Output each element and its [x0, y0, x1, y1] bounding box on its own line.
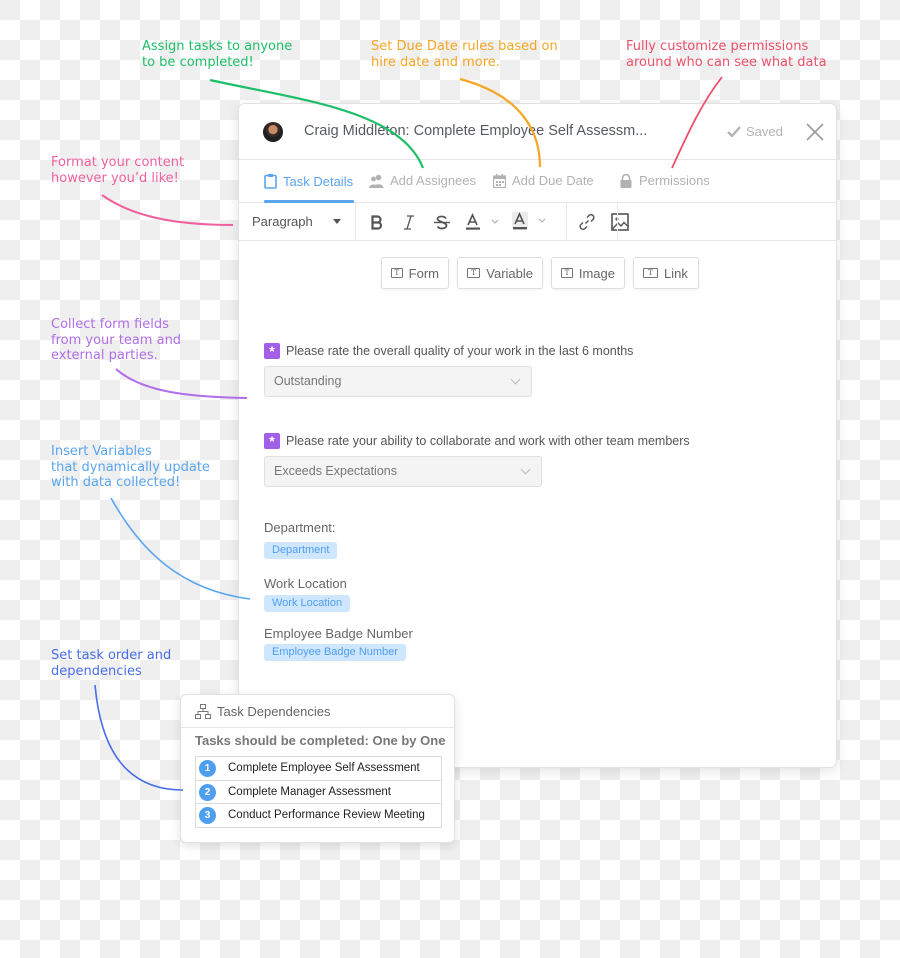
button-label: Image: [578, 265, 615, 281]
link-icon: [579, 213, 595, 231]
image-icon: [611, 213, 629, 231]
callout-assign: Assign tasks to anyone to be completed!: [142, 39, 293, 70]
tab-add-due-date[interactable]: Add Due Date: [493, 173, 594, 188]
insert-image-block-button[interactable]: T Image: [551, 257, 625, 289]
bold-button[interactable]: [367, 211, 387, 233]
tab-label: Add Assignees: [390, 173, 477, 188]
chevron-down-icon: [510, 374, 521, 385]
dependency-label: Complete Manager Assessment: [228, 785, 391, 798]
caret-down-icon[interactable]: [333, 219, 341, 224]
insert-variable-button[interactable]: T Variable: [457, 257, 543, 289]
tab-task-details[interactable]: Task Details: [264, 173, 353, 189]
required-icon: *: [264, 433, 280, 449]
saved-status: Saved: [727, 124, 783, 139]
close-button[interactable]: [804, 121, 826, 143]
close-icon: [806, 123, 824, 141]
variable-chip-department[interactable]: Department: [264, 542, 338, 559]
tab-bar: Task Details Add Assignees Add Due Date …: [239, 160, 836, 203]
strikethrough-button[interactable]: [431, 211, 453, 233]
tab-permissions[interactable]: Permissions: [619, 173, 710, 188]
rating-select-quality[interactable]: Outstanding: [264, 366, 532, 397]
dependency-label: Complete Employee Self Assessment: [228, 762, 420, 774]
question-label: * Please rate your ability to collaborat…: [264, 433, 690, 449]
insert-link-block-button[interactable]: T Link: [633, 257, 699, 289]
highlight-color-button[interactable]: [511, 211, 551, 233]
button-label: Link: [664, 265, 688, 281]
question-label: * Please rate the overall quality of you…: [264, 343, 633, 359]
modal-header: Craig Middleton: Complete Employee Self …: [239, 104, 836, 160]
variable-chip-work-location[interactable]: Work Location: [264, 595, 351, 612]
task-modal: Craig Middleton: Complete Employee Self …: [238, 103, 837, 768]
paragraph-style-select[interactable]: Paragraph: [252, 214, 313, 229]
connector-format: [101, 194, 234, 226]
connector-variables: [110, 497, 251, 600]
step-number-badge: 1: [199, 760, 216, 777]
select-value: Exceeds Expectations: [274, 464, 397, 478]
text-color-button[interactable]: [464, 211, 504, 233]
text-field-icon: T: [467, 268, 481, 278]
users-icon: [369, 174, 384, 188]
tab-label: Add Due Date: [512, 173, 594, 188]
rating-select-collaboration[interactable]: Exceeds Expectations: [264, 456, 542, 487]
strikethrough-icon: [434, 215, 450, 229]
deps-order-mode: Tasks should be completed: One by One: [195, 733, 446, 748]
dependency-item[interactable]: 1 Complete Employee Self Assessment: [195, 756, 442, 781]
step-number-badge: 2: [199, 783, 216, 801]
text-field-icon: T: [643, 268, 658, 278]
question-text: Please rate your ability to collaborate …: [286, 434, 690, 448]
editor-toolbar: Paragraph: [239, 203, 836, 241]
task-title[interactable]: Craig Middleton: Complete Employee Self …: [304, 123, 647, 139]
variable-label-work-location: Work Location: [264, 576, 347, 591]
variable-label-department: Department:: [264, 520, 336, 535]
question-text: Please rate the overall quality of your …: [286, 344, 634, 358]
variable-chip-badge-number[interactable]: Employee Badge Number: [264, 644, 406, 661]
deps-title: Task Dependencies: [217, 704, 331, 719]
dependency-label: Conduct Performance Review Meeting: [228, 809, 425, 821]
avatar: [263, 122, 283, 142]
calendar-icon: [493, 173, 506, 188]
dependency-item[interactable]: 3 Conduct Performance Review Meeting: [195, 803, 442, 828]
tab-label: Task Details: [283, 173, 354, 189]
toolbar-divider: [617, 203, 618, 240]
link-button[interactable]: [577, 211, 597, 233]
connector-dependencies: [94, 684, 184, 791]
callout-due-date: Set Due Date rules based on hire date an…: [371, 39, 558, 70]
callout-dependencies: Set task order and dependencies: [51, 648, 172, 679]
toolbar-divider: [566, 203, 567, 240]
text-field-icon: T: [391, 268, 403, 278]
lock-icon: [620, 173, 632, 188]
highlight-color-icon: [512, 212, 546, 230]
required-icon: *: [264, 343, 280, 359]
text-color-icon: [466, 213, 499, 230]
button-label: Variable: [486, 265, 533, 281]
italic-icon: [404, 214, 414, 230]
dependency-list: 1 Complete Employee Self Assessment 2 Co…: [195, 756, 442, 828]
callout-forms: Collect form fields from your team and e…: [51, 317, 182, 363]
variable-label-badge-number: Employee Badge Number: [264, 626, 413, 641]
insert-image-button[interactable]: [610, 211, 630, 233]
insert-form-button[interactable]: T Form: [381, 257, 449, 289]
callout-variables: Insert Variables that dynamically update…: [51, 444, 210, 490]
select-value: Outstanding: [274, 374, 342, 388]
toolbar-divider: [355, 203, 356, 240]
italic-button[interactable]: [399, 211, 419, 233]
tab-label: Permissions: [639, 173, 710, 188]
dependency-item[interactable]: 2 Complete Manager Assessment: [195, 779, 442, 804]
bold-icon: [371, 214, 383, 230]
step-number-badge: 3: [199, 807, 216, 824]
text-field-icon: T: [561, 268, 573, 278]
connector-forms: [115, 368, 248, 399]
clipboard-icon: [264, 174, 277, 189]
check-icon: [727, 126, 741, 137]
hierarchy-icon: [195, 704, 211, 719]
saved-label: Saved: [746, 124, 783, 139]
callout-format: Format your content however you’d like!: [51, 155, 185, 186]
task-dependencies-card: Task Dependencies Tasks should be comple…: [180, 694, 455, 843]
callout-permissions: Fully customize permissions around who c…: [626, 39, 827, 70]
chevron-down-icon: [520, 464, 531, 475]
deps-header: Task Dependencies: [181, 695, 454, 728]
button-label: Form: [408, 265, 439, 281]
tab-add-assignees[interactable]: Add Assignees: [369, 173, 476, 188]
